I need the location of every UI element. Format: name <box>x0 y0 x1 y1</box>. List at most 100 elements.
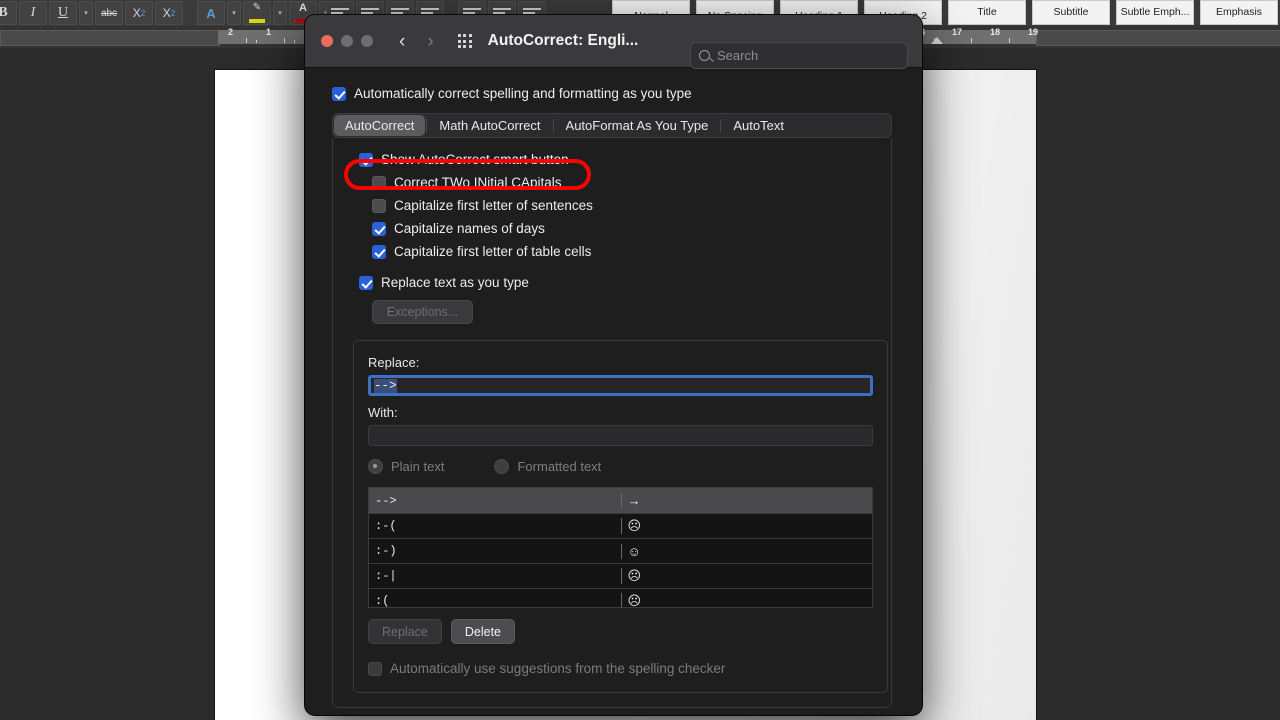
table-row[interactable]: :-( ☹ <box>369 514 872 539</box>
with-input[interactable] <box>368 425 873 446</box>
replace-input[interactable]: --> <box>368 375 873 396</box>
text-effects-dropdown-icon[interactable]: ▾ <box>227 1 241 25</box>
option-row-replace-text[interactable]: Replace text as you type <box>333 275 891 290</box>
tab-math-autocorrect[interactable]: Math AutoCorrect <box>428 115 551 136</box>
search-icon <box>699 50 710 61</box>
ruler-tick <box>256 40 257 43</box>
table-row[interactable]: :( ☹ <box>369 589 873 608</box>
table-row[interactable]: :-| ☹ <box>369 564 872 589</box>
entry-with-value: ☹ <box>620 593 873 607</box>
show-smart-button-label: Show AutoCorrect smart button <box>381 152 569 167</box>
ruler-number-2: 2 <box>228 27 234 37</box>
style-card-subtle-emphasis[interactable]: Subtle Emph... <box>1116 0 1194 25</box>
style-card-subtitle[interactable]: Subtitle <box>1032 0 1110 25</box>
capitalize-names-of-days-checkbox[interactable] <box>372 221 386 236</box>
ruler-number-19: 19 <box>1028 27 1039 37</box>
table-row[interactable]: --> → <box>369 488 872 514</box>
option-row-capitalize-sentences[interactable]: Capitalize first letter of sentences <box>333 198 891 213</box>
dialog-tab-bar[interactable]: AutoCorrect Math AutoCorrect AutoFormat … <box>332 113 892 138</box>
option-row-two-initial-capitals[interactable]: Correct TWo INitial CApitals <box>333 175 891 190</box>
highlight-swatch <box>249 18 265 23</box>
ruler-number-18: 18 <box>990 27 1001 37</box>
ruler-tick <box>246 38 247 43</box>
format-radio-group[interactable]: Plain text Formatted text <box>368 459 873 474</box>
use-spelling-suggestions-label: Automatically use suggestions from the s… <box>390 661 726 676</box>
table-row[interactable]: :-) ☺ <box>369 539 872 564</box>
plain-text-radio[interactable] <box>368 459 383 474</box>
entry-with-value: ☺ <box>620 543 873 559</box>
tab-autotext[interactable]: AutoText <box>722 115 795 136</box>
indent-marker-icon[interactable] <box>931 37 943 44</box>
search-placeholder: Search <box>717 48 759 63</box>
navigation-arrows: ‹ › <box>399 32 434 51</box>
spelling-checker-option-row[interactable]: Automatically use suggestions from the s… <box>368 661 873 676</box>
tab-divider <box>720 119 722 132</box>
capitalize-table-cells-checkbox[interactable] <box>372 244 386 259</box>
option-row-capitalize-days[interactable]: Capitalize names of days <box>333 221 891 236</box>
italic-button[interactable]: I <box>19 1 47 25</box>
field-gap <box>368 396 873 405</box>
entry-with-value: ☹ <box>620 568 873 584</box>
dialog-body: Automatically correct spelling and forma… <box>305 68 922 708</box>
tab-divider <box>426 119 428 132</box>
highlight-color-button[interactable]: ✎ <box>243 1 271 25</box>
forward-arrow-icon[interactable]: › <box>427 32 433 51</box>
autocorrect-dialog[interactable]: ‹ › AutoCorrect: Engli... Search Automat… <box>305 15 922 715</box>
replace-entry-group: Replace: --> With: Plain text Formatted … <box>353 340 888 693</box>
entry-replace-value: --> <box>375 493 397 508</box>
replace-text-as-you-type-label: Replace text as you type <box>381 275 529 290</box>
correct-two-initial-capitals-checkbox[interactable] <box>372 175 386 190</box>
replace-button[interactable]: Replace <box>368 619 442 644</box>
ruler-margin-right <box>1036 30 1280 46</box>
delete-button[interactable]: Delete <box>450 619 516 644</box>
text-effects-button[interactable]: A <box>197 1 225 25</box>
strikethrough-button[interactable]: abc <box>95 1 123 25</box>
tab-divider <box>552 119 554 132</box>
dialog-titlebar[interactable]: ‹ › AutoCorrect: Engli... Search <box>305 15 922 69</box>
autocorrect-entries-table[interactable]: --> → :-( ☹ :-) ☺ :-| ☹:(☹ <box>368 487 873 608</box>
ruler-number-1: 1 <box>266 27 272 37</box>
entry-replace-value: :( <box>375 594 390 608</box>
show-smart-button-checkbox[interactable] <box>359 152 373 167</box>
exceptions-button[interactable]: Exceptions... <box>372 300 473 324</box>
subscript-button[interactable]: X2 <box>125 1 153 25</box>
replace-field-label: Replace: <box>368 355 420 370</box>
with-field-label: With: <box>368 405 398 420</box>
style-card-emphasis[interactable]: Emphasis <box>1200 0 1278 25</box>
style-card-title[interactable]: Title <box>948 0 1026 25</box>
ruler-tick <box>971 38 972 43</box>
option-row-capitalize-table-cells[interactable]: Capitalize first letter of table cells <box>333 244 891 259</box>
bold-button[interactable]: B <box>0 1 17 25</box>
replace-text-as-you-type-checkbox[interactable] <box>359 275 373 290</box>
master-autocorrect-checkbox-row[interactable]: Automatically correct spelling and forma… <box>305 86 922 101</box>
ruler-margin-left <box>0 30 220 46</box>
autocorrect-panel: Show AutoCorrect smart button Correct TW… <box>332 138 892 708</box>
highlight-dropdown-icon[interactable]: ▾ <box>273 1 287 25</box>
option-row-smart-button[interactable]: Show AutoCorrect smart button <box>333 152 891 167</box>
entry-replace-value: :-| <box>375 569 397 583</box>
master-autocorrect-label: Automatically correct spelling and forma… <box>354 86 692 101</box>
search-field[interactable]: Search <box>690 42 908 69</box>
superscript-button[interactable]: X2 <box>155 1 183 25</box>
minimize-window-button[interactable] <box>341 35 353 47</box>
entry-replace-value: :-( <box>375 519 397 533</box>
close-window-button[interactable] <box>321 35 333 47</box>
ruler-tick <box>284 38 285 43</box>
underline-dropdown-icon[interactable]: ▾ <box>79 1 93 25</box>
entry-action-buttons: Replace Delete <box>368 619 873 644</box>
capitalize-first-letter-sentences-checkbox[interactable] <box>372 198 386 213</box>
correct-two-initial-capitals-label: Correct TWo INitial CApitals <box>394 175 562 190</box>
capitalize-table-cells-label: Capitalize first letter of table cells <box>394 244 592 259</box>
zoom-window-button[interactable] <box>361 35 373 47</box>
window-controls <box>321 35 373 47</box>
tab-autocorrect[interactable]: AutoCorrect <box>334 115 426 136</box>
use-spelling-suggestions-checkbox[interactable] <box>368 661 382 676</box>
back-arrow-icon[interactable]: ‹ <box>399 32 405 51</box>
dialog-title: AutoCorrect: Engli... <box>487 32 639 49</box>
underline-button[interactable]: U <box>49 1 77 25</box>
formatted-text-radio[interactable] <box>494 459 510 474</box>
show-all-preferences-grid-icon[interactable] <box>457 34 472 48</box>
tab-autoformat-as-you-type[interactable]: AutoFormat As You Type <box>555 115 720 136</box>
toolbar-separator <box>185 2 195 24</box>
master-autocorrect-checkbox[interactable] <box>332 86 346 101</box>
